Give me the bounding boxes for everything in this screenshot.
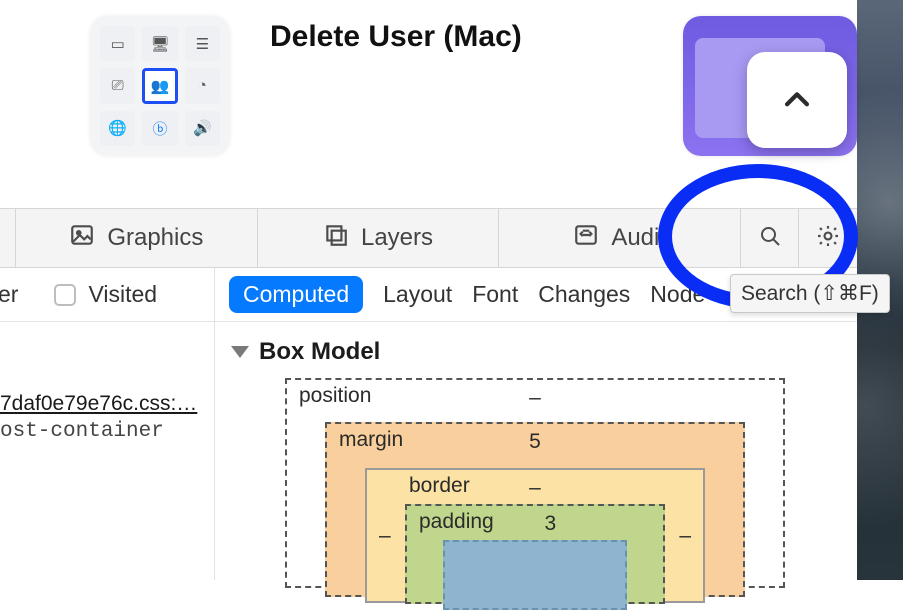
box-label: margin [339, 428, 403, 452]
pref-cell: ⎚ [100, 68, 135, 103]
tab-graphics[interactable]: Graphics [16, 209, 258, 267]
box-value-top: 5 [529, 430, 541, 454]
layers-icon [323, 222, 349, 255]
pref-cell: 🌐 [100, 111, 135, 146]
box-label: padding [419, 510, 494, 534]
page-title: Delete User (Mac) [270, 20, 522, 54]
box-label: position [299, 384, 371, 408]
box-value-top: 3 [545, 512, 557, 536]
rules-pane: 7daf0e79e76c.css:… ost-container [0, 322, 215, 580]
disclosure-triangle-icon [231, 346, 249, 358]
pref-cell: 🖥 [142, 26, 177, 61]
tab-layout[interactable]: Layout [383, 281, 452, 308]
pref-cell-selected: 👥 [142, 68, 177, 103]
chevron-up-icon [780, 83, 814, 117]
search-tooltip: Search (⇧⌘F) [730, 274, 890, 313]
tab-changes[interactable]: Changes [538, 281, 630, 308]
settings-button[interactable] [799, 209, 857, 267]
box-value-top: – [529, 386, 541, 410]
pref-cell: 🔊 [185, 111, 220, 146]
pref-cell: ◔ [185, 68, 220, 103]
scroll-up-card[interactable] [747, 52, 847, 148]
page-content: ▭ 🖥 ☰ ⎚ 👥 ◔ 🌐 ⓑ 🔊 Delete User (Mac) [0, 0, 857, 170]
tab-label: Audit [611, 224, 666, 252]
pref-cell: ▭ [100, 26, 135, 61]
audit-icon [573, 222, 599, 255]
css-rule-text: ost-container [0, 416, 214, 443]
box-content [443, 540, 627, 610]
computed-pane: Box Model position – margin 5 border – –… [215, 322, 857, 580]
tab-font[interactable]: Font [472, 281, 518, 308]
image-icon [69, 222, 95, 255]
tab-label: Graphics [107, 224, 203, 252]
gear-icon [815, 223, 841, 254]
tab-audit[interactable]: Audit [499, 209, 741, 267]
box-model-header[interactable]: Box Model [231, 338, 857, 366]
tab-computed[interactable]: Computed [229, 276, 363, 313]
box-value-top: – [529, 476, 541, 500]
partial-label: er [0, 281, 18, 308]
thumbnail-grid: ▭ 🖥 ☰ ⎚ 👥 ◔ 🌐 ⓑ 🔊 [100, 26, 220, 146]
filter-area: er Visited [0, 268, 215, 322]
thumbnail-syspref[interactable]: ▭ 🖥 ☰ ⎚ 👥 ◔ 🌐 ⓑ 🔊 [90, 16, 230, 156]
box-value-right: – [679, 524, 691, 548]
pref-cell: ☰ [185, 26, 220, 61]
toolbar-edge [0, 209, 16, 267]
box-model-heading: Box Model [259, 338, 380, 366]
tab-node[interactable]: Node [650, 281, 705, 308]
visited-checkbox[interactable] [54, 284, 76, 306]
pref-cell: ⓑ [142, 111, 177, 146]
box-model-diagram[interactable]: position – margin 5 border – – – padding… [285, 378, 785, 588]
styles-subrow: er Visited Computed Layout Font Changes … [0, 268, 857, 322]
visited-label: Visited [88, 281, 157, 308]
box-label: border [409, 474, 470, 498]
devtools-toolbar: Graphics Layers Audit [0, 208, 857, 268]
tab-label: Layers [361, 224, 433, 252]
search-icon [758, 224, 782, 253]
bottom-panes: 7daf0e79e76c.css:… ost-container Box Mod… [0, 322, 857, 580]
tab-layers[interactable]: Layers [258, 209, 500, 267]
box-value-left: – [379, 524, 391, 548]
search-button[interactable] [741, 209, 799, 267]
css-source-link[interactable]: 7daf0e79e76c.css:… [0, 392, 214, 416]
